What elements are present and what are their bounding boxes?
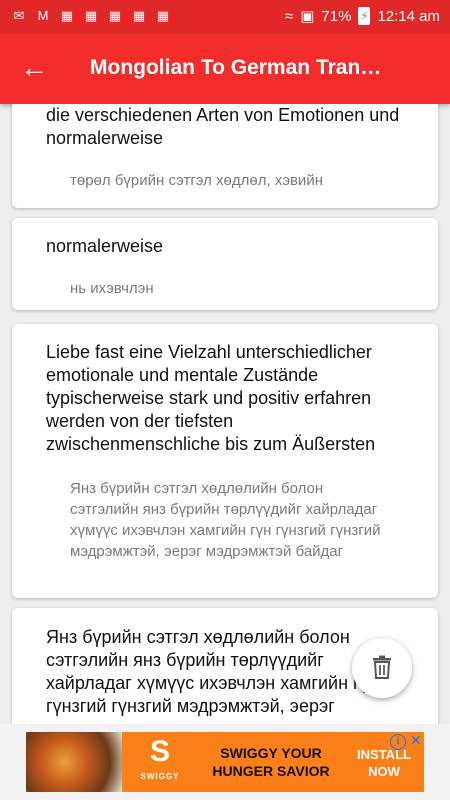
- battery-charging-icon: ⚡: [358, 7, 371, 25]
- source-text: Liebe fast eine Vielzahl unterschiedlich…: [46, 342, 376, 454]
- brand-name: SWIGGY: [140, 772, 180, 781]
- arrow-back-icon[interactable]: ←: [20, 52, 52, 84]
- brand-logo-mark: S: [149, 735, 170, 768]
- notification-icons: ✉ M ▦ ▦ ▦ ▦ ▦: [10, 8, 172, 24]
- source-text: normalerweise: [46, 236, 164, 256]
- history-card[interactable]: normalerweise нь ихэвчлэн: [12, 218, 438, 310]
- clock: 12:14 am: [377, 7, 440, 25]
- no-sim-icon: ▣: [300, 8, 315, 25]
- battery-percent: 71%: [321, 7, 352, 25]
- history-card[interactable]: die verschiedenen Arten von Emotionen un…: [12, 104, 438, 208]
- wifi-icon: ≈: [285, 7, 294, 25]
- ad-banner[interactable]: S SWIGGY SWIGGY YOUR HUNGER SAVIOR INSTA…: [0, 724, 450, 800]
- food-image: [26, 732, 122, 792]
- trash-icon: [373, 655, 391, 679]
- chart-icon: ▦: [84, 8, 98, 23]
- info-icon[interactable]: i: [390, 734, 406, 750]
- history-list[interactable]: die verschiedenen Arten von Emotionen un…: [0, 104, 450, 724]
- chart-icon: ▦: [108, 8, 122, 23]
- source-text: Янз бүрийн сэтгэл хөдлөлийн болон сэтгэл…: [46, 627, 379, 716]
- status-bar: ✉ M ▦ ▦ ▦ ▦ ▦ ≈ ▣ 71% ⚡ 12:14 am: [0, 0, 450, 34]
- app-bar: ← Mongolian To German Tran…: [0, 34, 450, 104]
- brand-logo: S SWIGGY: [122, 732, 198, 792]
- close-icon[interactable]: ✕: [410, 732, 424, 748]
- system-icons: ≈ ▣ 71% ⚡ 12:14 am: [285, 7, 440, 25]
- chart-icon: ▦: [132, 8, 146, 23]
- clear-history-button[interactable]: [352, 638, 412, 698]
- gmail-icon: M: [37, 8, 49, 23]
- chart-icon: ▦: [156, 8, 170, 23]
- translation-text: Янз бүрийн сэтгэл хөдлөлийн болон сэтгэл…: [70, 480, 381, 560]
- translation-text: төрөл бүрийн сэтгэл хөдлөл, хэвийн: [70, 172, 323, 189]
- ad-headline: SWIGGY YOUR HUNGER SAVIOR: [198, 732, 344, 792]
- chart-icon: ▦: [60, 8, 74, 23]
- history-card[interactable]: Liebe fast eine Vielzahl unterschiedlich…: [12, 324, 438, 598]
- page-title: Mongolian To German Tran…: [90, 56, 382, 79]
- source-text: die verschiedenen Arten von Emotionen un…: [46, 105, 400, 148]
- notification-icon: ✉: [13, 8, 25, 23]
- translation-text: нь ихэвчлэн: [70, 280, 154, 297]
